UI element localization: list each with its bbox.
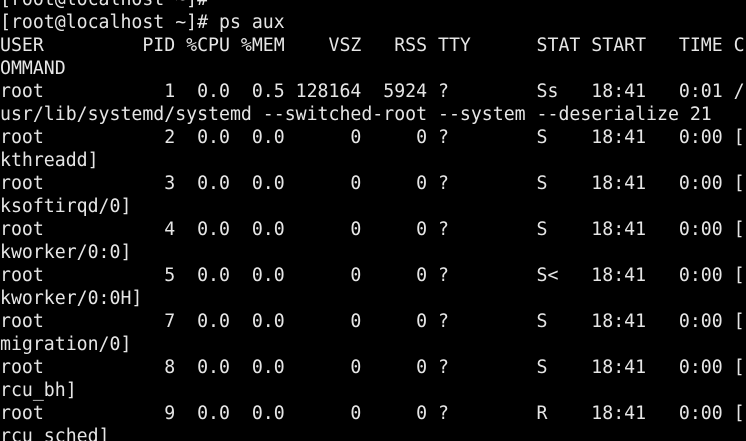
- terminal-line-process-wrap: rcu_bh]: [0, 380, 77, 401]
- terminal-line-process: root 3 0.0 0.0 0 0 ? S 18:41 0:00 [: [0, 173, 745, 194]
- terminal-line-process: root 5 0.0 0.0 0 0 ? S< 18:41 0:00 [: [0, 265, 745, 286]
- terminal-line-process-wrap: ksoftirqd/0]: [0, 196, 132, 217]
- terminal-line-process: root 7 0.0 0.0 0 0 ? S 18:41 0:00 [: [0, 311, 745, 332]
- terminal-line-header: USER PID %CPU %MEM VSZ RSS TTY STAT STAR…: [0, 35, 745, 56]
- terminal-line-process-wrap: usr/lib/systemd/systemd --switched-root …: [0, 104, 712, 125]
- terminal-line-process: root 4 0.0 0.0 0 0 ? S 18:41 0:00 [: [0, 219, 745, 240]
- terminal-line-header-wrap: OMMAND: [0, 58, 66, 79]
- terminal-line-process-wrap: kworker/0:0H]: [0, 288, 143, 309]
- terminal-line-process: root 1 0.0 0.5 128164 5924 ? Ss 18:41 0:…: [0, 81, 745, 102]
- terminal-line-process: root 2 0.0 0.0 0 0 ? S 18:41 0:00 [: [0, 127, 745, 148]
- terminal-line-process-wrap: migration/0]: [0, 334, 132, 355]
- terminal-window[interactable]: [root@localhost ~]# [root@localhost ~]# …: [0, 0, 746, 441]
- terminal-line-prev-prompt: [root@localhost ~]#: [0, 0, 746, 11]
- terminal-line-process-wrap: kthreadd]: [0, 150, 99, 171]
- terminal-line-command: [root@localhost ~]# ps aux: [0, 12, 285, 33]
- terminal-line-process-wrap: rcu_sched]: [0, 426, 110, 441]
- terminal-line-process-wrap: kworker/0:0]: [0, 242, 132, 263]
- terminal-line-process: root 9 0.0 0.0 0 0 ? R 18:41 0:00 [: [0, 403, 745, 424]
- terminal-line-process: root 8 0.0 0.0 0 0 ? S 18:41 0:00 [: [0, 357, 745, 378]
